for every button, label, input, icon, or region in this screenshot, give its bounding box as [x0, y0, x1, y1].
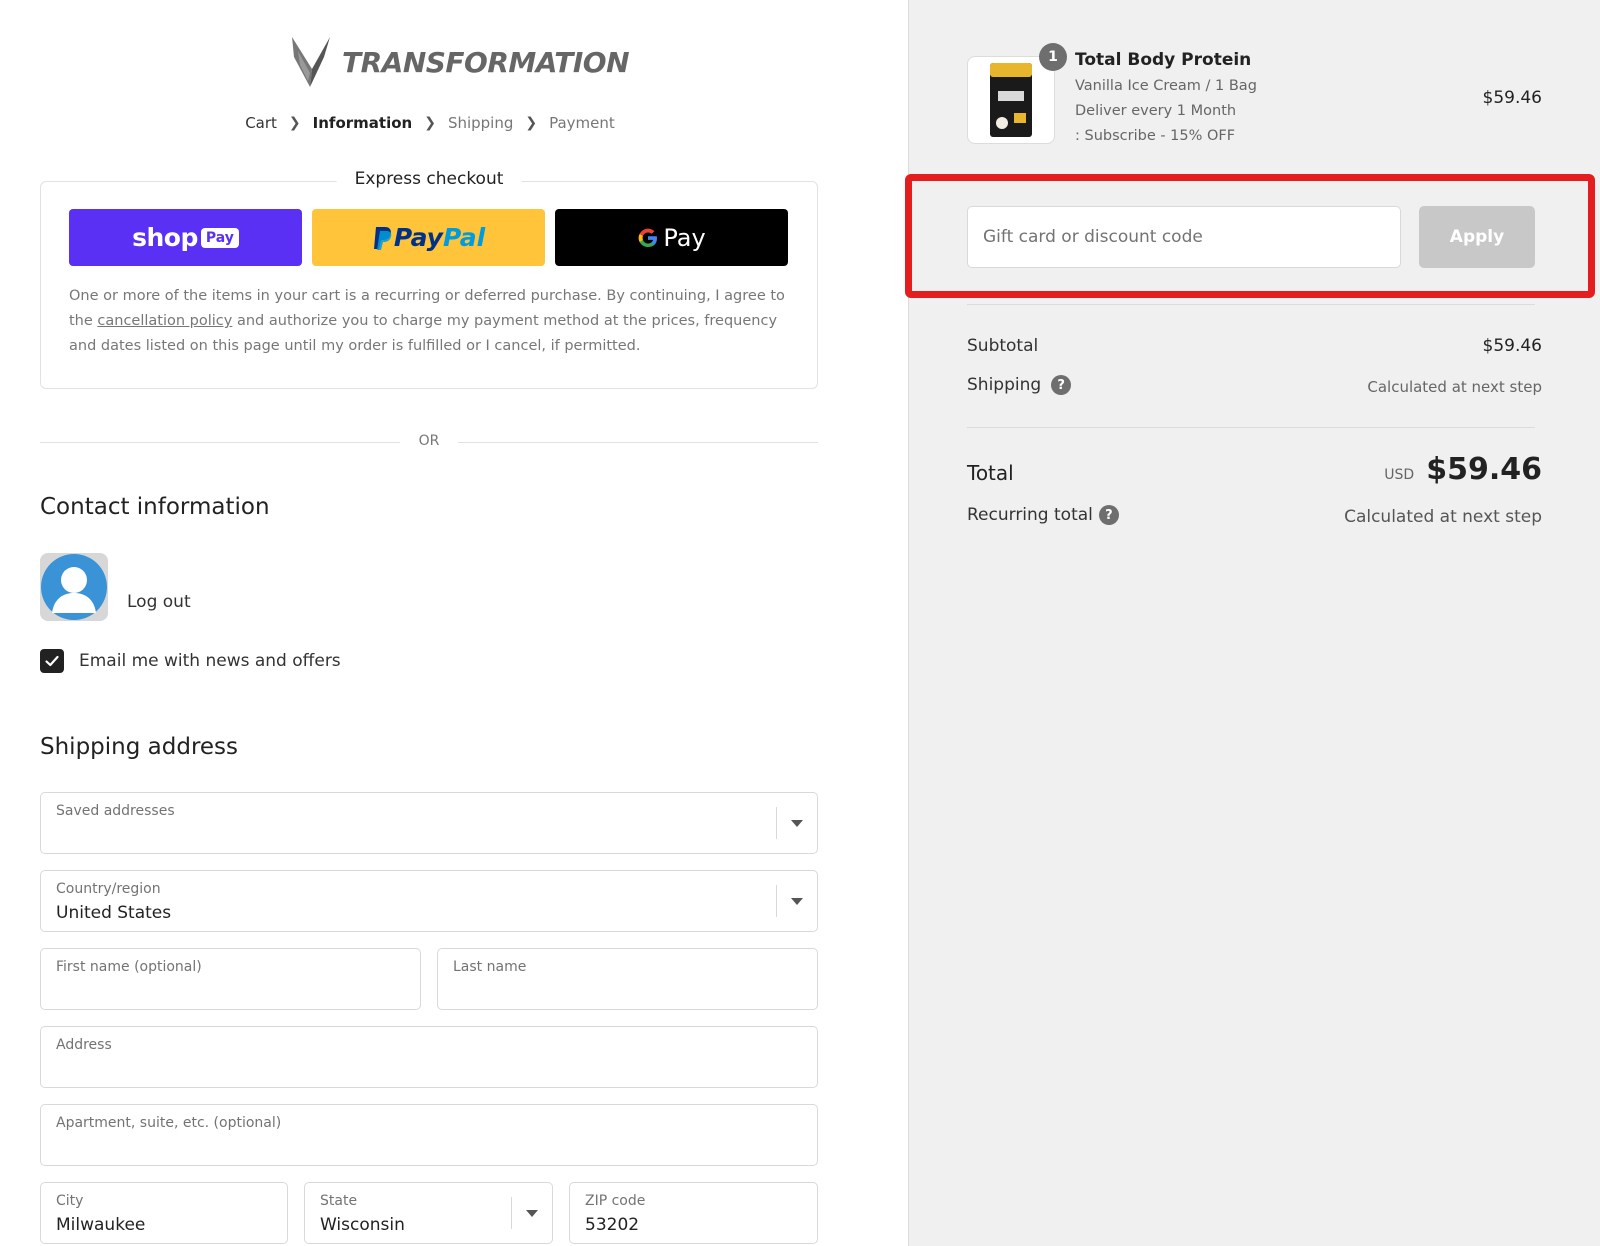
avatar: [40, 553, 108, 621]
city-value: Milwaukee: [56, 1215, 146, 1235]
product-variant: Vanilla Ice Cream / 1 Bag: [1075, 78, 1257, 94]
shipping-heading: Shipping address: [40, 734, 239, 760]
chevron-right-icon: ❯: [424, 115, 436, 131]
checkmark-icon: [45, 655, 59, 667]
address-label: Address: [56, 1037, 112, 1053]
apartment-label: Apartment, suite, etc. (optional): [56, 1115, 282, 1131]
help-icon[interactable]: ?: [1098, 505, 1119, 525]
express-checkout: Express checkout shop Pay PayPal Pay One…: [40, 169, 818, 389]
last-name-field[interactable]: Last name: [437, 948, 818, 1010]
user-avatar-icon: [41, 554, 107, 620]
order-summary: 1 Total Body Protein Vanilla Ice Cream /…: [905, 0, 1600, 1246]
quantity-badge: 1: [1039, 43, 1067, 71]
breadcrumb-shipping: Shipping: [447, 114, 514, 132]
recurring-text: Recurring total: [967, 505, 1093, 525]
logout-link[interactable]: Log out: [127, 592, 191, 612]
brand-wing-icon: [292, 37, 330, 87]
recurring-total-label: Recurring total ?: [967, 505, 1119, 525]
product-delivery: Deliver every 1 Month: [1075, 103, 1237, 119]
breadcrumb: Cart ❯ Information ❯ Shipping ❯ Payment: [0, 114, 860, 132]
contact-heading: Contact information: [40, 494, 270, 520]
newsletter-option[interactable]: Email me with news and offers: [40, 649, 341, 673]
recurring-purchase-note: One or more of the items in your cart is…: [69, 284, 791, 359]
apartment-field[interactable]: Apartment, suite, etc. (optional): [40, 1104, 818, 1166]
state-select[interactable]: State Wisconsin: [304, 1182, 553, 1244]
currency-code: USD: [1384, 467, 1415, 483]
product-thumbnail: [967, 56, 1055, 144]
state-value: Wisconsin: [320, 1215, 405, 1235]
subtotal-text: Subtotal: [967, 336, 1039, 356]
brand-name: TRANSFORMATION: [342, 45, 630, 79]
state-label: State: [320, 1193, 358, 1209]
breadcrumb-information: Information: [312, 114, 413, 132]
or-label: OR: [418, 433, 440, 449]
zip-field[interactable]: ZIP code 53202: [569, 1182, 818, 1244]
express-checkout-title: Express checkout: [336, 169, 522, 189]
chevron-down-icon: [776, 807, 817, 839]
subtotal-label: Subtotal: [967, 336, 1038, 356]
checkout-main: TRANSFORMATION Cart ❯ Information ❯ Ship…: [0, 0, 908, 1246]
newsletter-checkbox[interactable]: [40, 649, 64, 673]
help-icon[interactable]: ?: [1051, 375, 1072, 395]
shop-pay-word: shop: [132, 223, 198, 252]
country-value: United States: [56, 903, 172, 923]
first-name-label: First name (optional): [56, 959, 202, 975]
zip-value: 53202: [585, 1215, 640, 1235]
product-name: Total Body Protein: [1075, 50, 1252, 70]
shipping-value: Calculated at next step: [1367, 378, 1542, 396]
last-name-label: Last name: [453, 959, 527, 975]
protein-bag-image: [990, 63, 1032, 137]
apply-discount-button[interactable]: Apply: [1419, 206, 1535, 268]
city-field[interactable]: City Milwaukee: [40, 1182, 288, 1244]
google-pay-button[interactable]: Pay: [555, 209, 788, 266]
total-amount-group: USD $59.46: [1384, 452, 1542, 487]
subtotal-value: $59.46: [1482, 336, 1542, 356]
country-label: Country/region: [56, 881, 161, 897]
breadcrumb-cart[interactable]: Cart: [245, 114, 277, 132]
shop-pay-button[interactable]: shop Pay: [69, 209, 302, 266]
paypal-word-pay: Pay: [393, 223, 443, 252]
total-amount: $59.46: [1426, 452, 1542, 487]
address-field[interactable]: Address: [40, 1026, 818, 1088]
or-divider: OR: [40, 432, 818, 452]
recurring-total-value: Calculated at next step: [1344, 507, 1542, 527]
breadcrumb-payment: Payment: [549, 114, 615, 132]
chevron-down-icon: [511, 1197, 552, 1229]
shipping-row-label: Shipping ?: [967, 375, 1072, 395]
divider-line: [458, 442, 818, 443]
paypal-wordmark: PayPal: [394, 223, 485, 252]
city-label: City: [56, 1193, 84, 1209]
chevron-right-icon: ❯: [288, 115, 301, 131]
shipping-text: Shipping: [967, 375, 1042, 395]
total-label: Total: [967, 461, 1014, 485]
newsletter-label: Email me with news and offers: [79, 651, 341, 671]
country-select[interactable]: Country/region United States: [40, 870, 818, 932]
zip-label: ZIP code: [585, 1193, 646, 1209]
brand-logo[interactable]: TRANSFORMATION: [290, 34, 630, 90]
discount-code-input[interactable]: [967, 206, 1401, 268]
product-plan: : Subscribe - 15% OFF: [1075, 128, 1236, 144]
first-name-field[interactable]: First name (optional): [40, 948, 421, 1010]
saved-addresses-select[interactable]: Saved addresses: [40, 792, 818, 854]
summary-divider: [967, 304, 1535, 305]
summary-divider: [967, 427, 1535, 428]
google-pay-word: Pay: [663, 223, 706, 252]
shop-pay-badge: Pay: [200, 227, 239, 248]
cancellation-policy-link[interactable]: cancellation policy: [97, 313, 232, 329]
express-pay-buttons: shop Pay PayPal Pay: [69, 209, 788, 266]
saved-addresses-label: Saved addresses: [56, 803, 175, 819]
chevron-down-icon: [776, 885, 817, 917]
paypal-button[interactable]: PayPal: [312, 209, 545, 266]
paypal-icon: [373, 226, 392, 250]
product-price: $59.46: [1482, 88, 1542, 108]
google-g-icon: [638, 228, 658, 247]
chevron-right-icon: ❯: [525, 115, 538, 131]
paypal-word-pal: Pal: [442, 223, 486, 252]
